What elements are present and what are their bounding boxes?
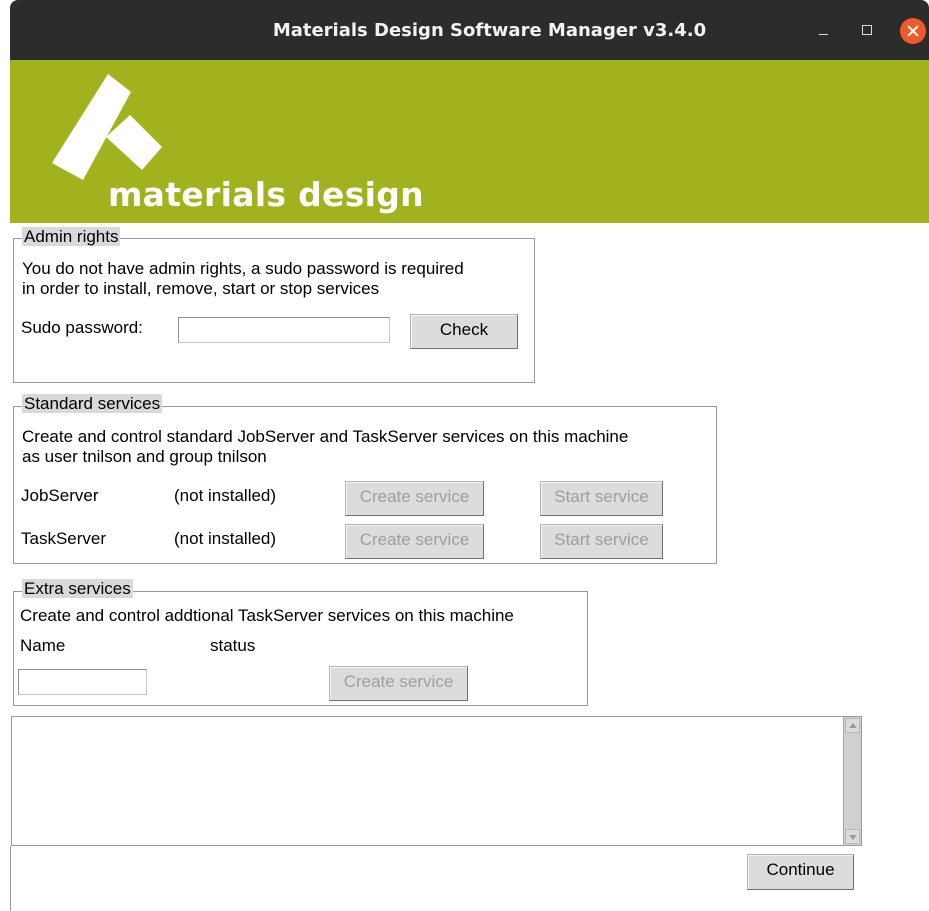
brand-banner: materials design (10, 60, 929, 223)
jobserver-start-button[interactable]: Start service (540, 481, 663, 516)
admin-message-line1: You do not have admin rights, a sudo pas… (22, 259, 464, 278)
logo-wordmark: materials design (108, 175, 424, 214)
taskserver-start-button[interactable]: Start service (540, 524, 663, 559)
extra-name-header: Name (20, 636, 66, 655)
admin-rights-legend: Admin rights (22, 227, 121, 246)
sudo-password-field[interactable] (178, 317, 390, 343)
taskserver-create-button[interactable]: Create service (345, 524, 484, 559)
jobserver-status: (not installed) (174, 486, 277, 505)
scroll-down-arrow-icon[interactable] (845, 829, 860, 844)
taskserver-status: (not installed) (174, 529, 277, 548)
extra-create-button[interactable]: Create service (329, 666, 468, 701)
standard-description-line1: Create and control standard JobServer an… (22, 427, 629, 446)
taskserver-label: TaskServer (21, 529, 107, 548)
log-scrollbar[interactable] (843, 717, 861, 845)
window-titlebar: Materials Design Software Manager v3.4.0 (10, 0, 929, 60)
extra-services-legend: Extra services (22, 579, 133, 598)
standard-services-legend: Standard services (22, 394, 163, 413)
materials-design-logo-icon (52, 74, 162, 180)
maximize-icon[interactable] (856, 18, 882, 44)
continue-button[interactable]: Continue (747, 854, 854, 890)
check-button[interactable]: Check (410, 314, 518, 349)
close-icon[interactable] (900, 18, 926, 44)
window-title: Materials Design Software Manager v3.4.0 (272, 20, 707, 41)
jobserver-label: JobServer (21, 486, 99, 505)
admin-message-line2: in order to install, remove, start or st… (22, 279, 380, 298)
extra-description: Create and control addtional TaskServer … (20, 606, 514, 625)
extra-status-header: status (210, 636, 256, 655)
scroll-up-arrow-icon[interactable] (845, 718, 860, 733)
window-left-border (10, 846, 11, 911)
minimize-icon[interactable] (812, 18, 838, 44)
extra-service-name-field[interactable] (18, 669, 147, 695)
sudo-password-label: Sudo password: (21, 318, 143, 337)
log-output[interactable] (11, 716, 862, 846)
jobserver-create-button[interactable]: Create service (345, 481, 484, 516)
standard-description-line2: as user tnilson and group tnilson (22, 447, 267, 466)
log-text (12, 717, 861, 725)
